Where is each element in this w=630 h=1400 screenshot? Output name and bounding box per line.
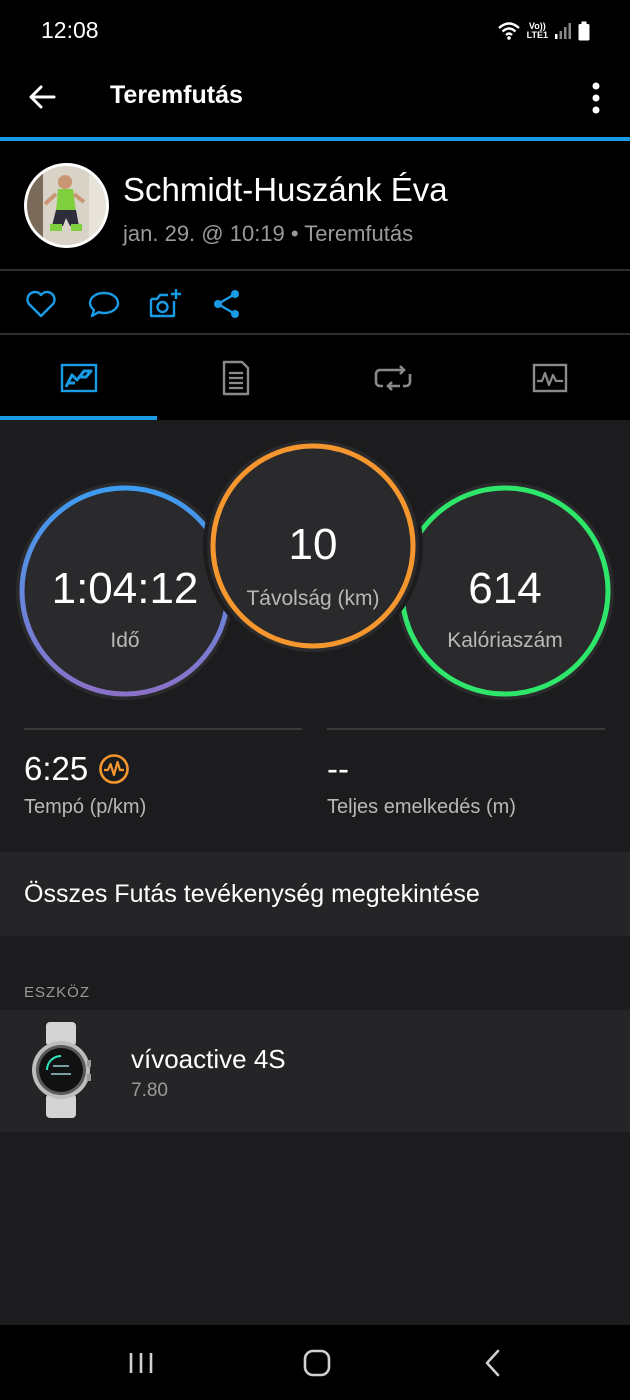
- distance-value: 10: [288, 520, 338, 569]
- elevation-label: Teljes emelkedés (m): [327, 796, 516, 818]
- details-icon: [222, 360, 249, 396]
- elevation-value: --: [327, 750, 349, 787]
- share-icon[interactable]: [210, 287, 244, 321]
- page-title: Teremfutás: [110, 81, 243, 109]
- device-name: vívoactive 4S: [131, 1044, 286, 1074]
- app-bar: Teremfutás: [0, 62, 630, 138]
- summary-panel: 1:04:12 Idő 614 Kalóriaszám 10 Távolság …: [0, 420, 630, 1325]
- pace-divider: [24, 728, 302, 730]
- summary-icon: [60, 363, 97, 393]
- calories-value: 614: [468, 564, 542, 613]
- charts-icon: [532, 363, 567, 393]
- calories-stat: 614 Kalóriaszám: [394, 480, 616, 702]
- status-icons: Vo)) LTE1: [497, 18, 590, 44]
- home-icon[interactable]: [297, 1345, 337, 1381]
- distance-label: Távolság (km): [246, 587, 380, 610]
- calories-label: Kalóriaszám: [447, 629, 563, 652]
- more-vertical-icon[interactable]: [582, 78, 610, 118]
- tab-details[interactable]: [157, 336, 314, 420]
- view-all-activities-link[interactable]: Összes Futás tevékenység megtekintése: [0, 852, 630, 936]
- distance-stat: 10 Távolság (km): [202, 435, 424, 657]
- comment-icon[interactable]: [87, 287, 121, 321]
- device-version: 7.80: [131, 1080, 168, 1101]
- avatar-photo: [27, 166, 106, 245]
- heart-icon[interactable]: [24, 287, 58, 321]
- tab-charts[interactable]: [471, 336, 628, 420]
- tab-laps[interactable]: [314, 336, 471, 420]
- pace-label: Tempó (p/km): [24, 796, 147, 818]
- watch-icon: [32, 1022, 91, 1118]
- tab-summary[interactable]: [0, 336, 157, 420]
- activity-header: Schmidt-Huszánk Éva jan. 29. @ 10:19 • T…: [0, 141, 630, 271]
- add-photo-icon[interactable]: [148, 287, 182, 321]
- elevation-divider: [327, 728, 605, 730]
- status-time: 12:08: [41, 17, 99, 43]
- pace-badge-icon[interactable]: [98, 753, 130, 785]
- battery-icon: [578, 21, 590, 41]
- tab-bar: [0, 336, 630, 420]
- laps-icon: [374, 365, 411, 391]
- pace-value: 6:25: [24, 750, 89, 787]
- action-bar: [0, 273, 630, 335]
- pace-stat: 6:25 Tempó (p/km): [24, 728, 302, 819]
- arrow-left-icon[interactable]: [26, 80, 60, 114]
- status-bar: 12:08 Vo)) LTE1: [0, 0, 630, 62]
- device-row[interactable]: vívoactive 4S 7.80: [0, 1010, 630, 1132]
- wifi-icon: [497, 22, 520, 40]
- avatar[interactable]: [24, 163, 109, 248]
- device-section-header: ESZKÖZ: [24, 984, 91, 1001]
- lte-indicator: Vo)) LTE1: [526, 21, 548, 40]
- elevation-stat: -- Teljes emelkedés (m): [327, 728, 605, 819]
- activity-date-type: jan. 29. @ 10:19 • Teremfutás: [123, 221, 414, 246]
- athlete-name[interactable]: Schmidt-Huszánk Éva: [123, 171, 448, 209]
- recent-apps-icon[interactable]: [121, 1345, 161, 1381]
- back-icon[interactable]: [474, 1345, 514, 1381]
- system-nav-bar: [0, 1325, 630, 1400]
- signal-icon: [555, 23, 571, 39]
